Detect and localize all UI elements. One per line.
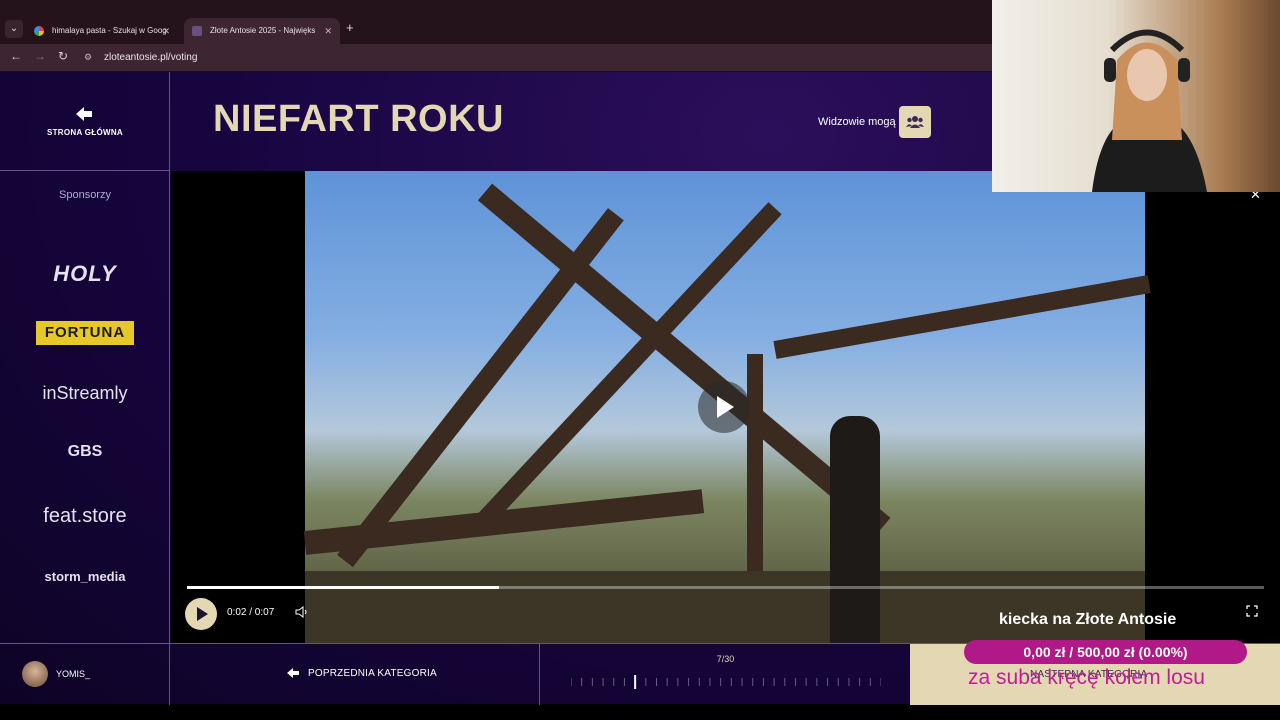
time-display: 0:02 / 0:07: [227, 607, 275, 618]
avatar: [22, 661, 48, 687]
sponsor-logo-gbs[interactable]: GBS: [0, 443, 170, 461]
home-label: STRONA GŁÓWNA: [46, 128, 124, 137]
previous-category-label: POPRZEDNIA KATEGORIA: [308, 668, 437, 679]
username: YOMIS_: [56, 669, 91, 679]
tab-search-icon[interactable]: ⌄: [5, 20, 23, 38]
category-progress: 7/30: [541, 644, 910, 705]
sponsor-logo-fortuna[interactable]: FORTUNA: [36, 321, 134, 345]
users-icon: [906, 116, 924, 128]
play-icon: [717, 396, 734, 418]
seek-bar-fill: [187, 586, 500, 589]
arrow-left-icon: [76, 107, 92, 121]
google-favicon-icon: [34, 26, 44, 36]
video-player[interactable]: ✕ 0:02 / 0:07 kiecka na Złote Antosie: [171, 171, 1280, 643]
sponsor-logo-holy[interactable]: HOLY: [0, 261, 170, 287]
category-counter: 7/30: [716, 654, 735, 664]
sponsor-logo-stormmedia[interactable]: storm_media: [0, 569, 170, 584]
roof-beam: [468, 202, 782, 537]
new-tab-icon[interactable]: +: [346, 20, 354, 35]
streamer-webcam: [1092, 29, 1207, 192]
user-profile[interactable]: YOMIS_: [0, 644, 170, 705]
back-icon[interactable]: ←: [10, 49, 22, 63]
tab-title: himalaya pasta - Szukaj w Goog: [52, 26, 167, 35]
reload-icon[interactable]: ↻: [58, 49, 68, 63]
previous-category-button[interactable]: POPRZEDNIA KATEGORIA: [171, 644, 540, 705]
tab-title: Złote Antosie 2025 - Najwięks: [210, 26, 316, 35]
site-favicon-icon: [192, 26, 202, 36]
seek-bar[interactable]: [187, 586, 1264, 589]
center-play-button[interactable]: [698, 381, 750, 433]
stream-message: za suba kręcę kołem losu: [968, 666, 1205, 689]
webcam-overlay: [992, 0, 1280, 192]
home-link[interactable]: STRONA GŁÓWNA: [0, 72, 170, 171]
sponsor-logo-instreamly[interactable]: inStreamly: [0, 383, 170, 404]
category-title: NIEFART ROKU: [213, 98, 504, 140]
browser-tab-active[interactable]: Złote Antosie 2025 - Najwięks ✕: [184, 18, 340, 44]
sponsors-title: Sponsorzy: [59, 189, 111, 201]
viewers-button[interactable]: [899, 106, 931, 138]
stream-caption: kiecka na Złote Antosie: [999, 611, 1177, 628]
close-tab-icon[interactable]: ✕: [324, 18, 332, 44]
close-tab-icon[interactable]: ✕: [162, 18, 170, 44]
play-icon: [197, 607, 208, 621]
arrow-left-icon: [287, 668, 299, 678]
browser-tab[interactable]: himalaya pasta - Szukaj w Goog ✕: [26, 18, 178, 44]
fullscreen-icon[interactable]: [1246, 605, 1258, 617]
volume-icon[interactable]: [295, 605, 309, 619]
donation-goal-bar: 0,00 zł / 500,00 zł (0.00%): [964, 640, 1247, 664]
roof-beam: [477, 183, 891, 535]
url-field[interactable]: zloteantosie.pl/voting: [104, 52, 197, 63]
viewers-label: Widzowie mogą: [818, 116, 896, 128]
forward-icon[interactable]: →: [34, 49, 46, 63]
roof-beam: [773, 275, 1151, 359]
sponsors-sidebar: Sponsorzy HOLY FORTUNA inStreamly GBS fe…: [0, 171, 170, 643]
category-ticks: [571, 675, 881, 689]
sponsor-logo-featstore[interactable]: feat.store: [0, 505, 170, 528]
play-button[interactable]: [185, 598, 217, 630]
site-settings-icon[interactable]: ⚙: [84, 52, 96, 64]
person-silhouette: [830, 416, 880, 643]
ground: [305, 571, 1145, 643]
